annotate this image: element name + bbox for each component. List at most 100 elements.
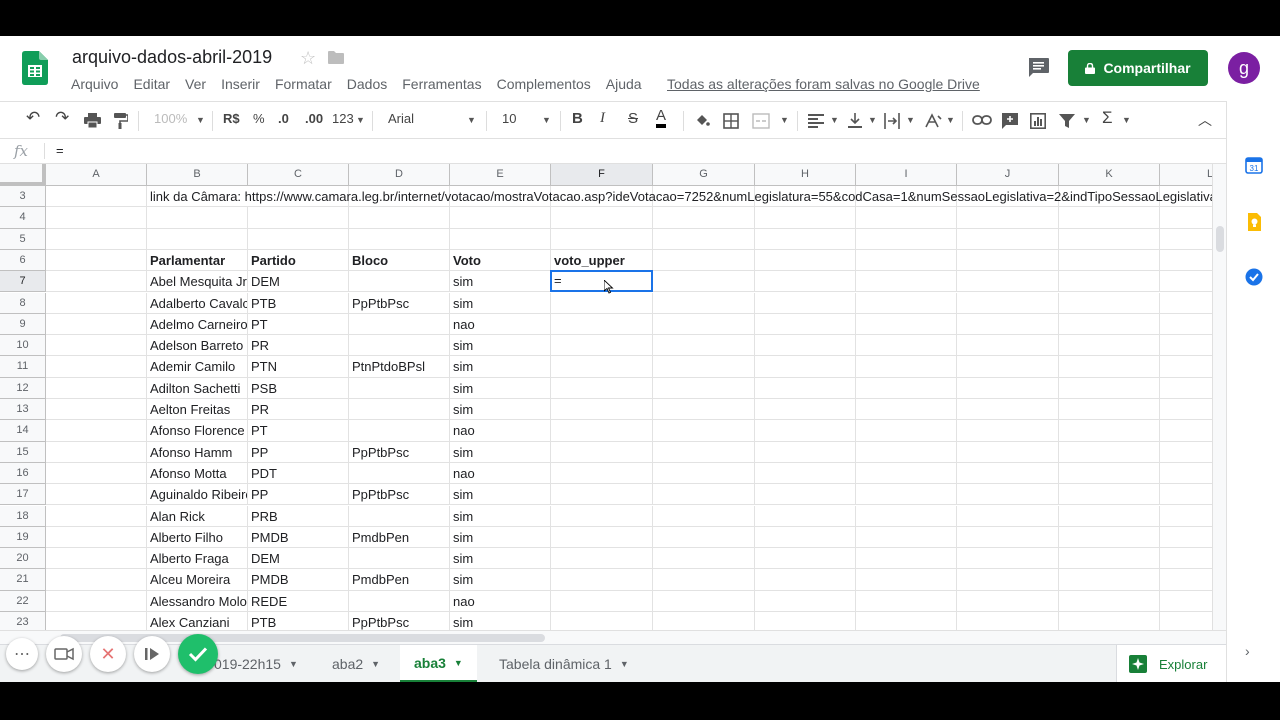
cell[interactable] — [755, 612, 856, 630]
cell[interactable] — [1059, 548, 1160, 570]
cell[interactable] — [46, 505, 147, 527]
cell[interactable]: PpPtbPsc — [349, 292, 450, 314]
cell[interactable] — [46, 186, 147, 208]
cell[interactable] — [653, 228, 755, 250]
row-header[interactable]: 16 — [0, 462, 46, 485]
cell[interactable] — [755, 462, 856, 485]
percent-format-button[interactable]: % — [253, 111, 265, 126]
cell[interactable]: Voto — [450, 249, 551, 272]
cell[interactable] — [957, 313, 1059, 336]
cell[interactable]: Aguinaldo Ribeiro — [147, 484, 248, 506]
cell[interactable]: Afonso Florence — [147, 420, 248, 442]
cell[interactable] — [653, 462, 755, 485]
row-header[interactable]: 10 — [0, 335, 46, 357]
cell[interactable] — [755, 569, 856, 591]
undo-icon[interactable]: ↶ — [26, 108, 40, 128]
cell[interactable] — [957, 249, 1059, 272]
row-header[interactable]: 5 — [0, 228, 46, 250]
cell[interactable] — [653, 526, 755, 549]
cell[interactable] — [46, 548, 147, 570]
cell[interactable] — [46, 441, 147, 463]
cell[interactable] — [551, 399, 653, 421]
cell[interactable] — [1059, 335, 1160, 357]
cell[interactable]: PTN — [248, 356, 349, 378]
cell[interactable]: sim — [450, 484, 551, 506]
collapse-toolbar-chevron-up-icon[interactable]: ︿ — [1198, 110, 1212, 130]
cell[interactable] — [1160, 463, 1212, 485]
cell[interactable] — [46, 377, 147, 399]
cell[interactable] — [551, 548, 653, 570]
sheet-tab-aba3[interactable]: aba3 ▼ — [400, 645, 477, 682]
cell[interactable] — [147, 207, 248, 229]
cell[interactable] — [755, 548, 856, 570]
valign-chevron-down-icon[interactable]: ▼ — [868, 115, 877, 125]
italic-button[interactable]: I — [600, 110, 605, 127]
menu-complementos[interactable]: Complementos — [497, 76, 591, 92]
cell[interactable] — [653, 441, 755, 463]
cell[interactable] — [1160, 250, 1212, 272]
row-header[interactable]: 17 — [0, 484, 46, 506]
text-rotation-icon[interactable] — [924, 113, 942, 129]
cell[interactable] — [856, 399, 957, 421]
cell[interactable]: voto_upper — [551, 249, 653, 272]
cell[interactable] — [856, 207, 957, 229]
menu-ver[interactable]: Ver — [185, 76, 206, 92]
cell[interactable] — [653, 569, 755, 591]
cell[interactable] — [551, 377, 653, 399]
cell[interactable] — [147, 228, 248, 250]
cell[interactable] — [248, 228, 349, 250]
cell[interactable]: DEM — [248, 271, 349, 293]
cell[interactable] — [1160, 356, 1212, 378]
cell[interactable] — [349, 548, 450, 570]
cell[interactable] — [856, 313, 957, 336]
cell[interactable] — [551, 484, 653, 506]
cell[interactable] — [653, 420, 755, 442]
cell[interactable] — [450, 228, 551, 250]
column-header-f[interactable]: F — [551, 164, 653, 186]
increase-decimals-button[interactable]: .00 — [305, 111, 323, 126]
cell[interactable] — [551, 420, 653, 442]
row-header[interactable]: 7 — [0, 271, 46, 293]
cell[interactable] — [551, 335, 653, 357]
cell[interactable] — [653, 249, 755, 272]
cell[interactable] — [755, 207, 856, 229]
cell[interactable] — [755, 228, 856, 250]
cell[interactable]: sim — [450, 526, 551, 549]
row-header[interactable]: 13 — [0, 399, 46, 421]
cell[interactable]: nao — [450, 420, 551, 442]
insert-comment-icon[interactable] — [1002, 113, 1018, 129]
row-header[interactable]: 9 — [0, 313, 46, 336]
cell[interactable] — [1160, 420, 1212, 442]
menu-dados[interactable]: Dados — [347, 76, 387, 92]
cell[interactable] — [856, 441, 957, 463]
cell[interactable] — [1059, 441, 1160, 463]
sheet-tab-tabela-dinamica[interactable]: Tabela dinâmica 1 ▼ — [485, 645, 643, 682]
cell[interactable] — [551, 526, 653, 549]
cell[interactable]: PMDB — [248, 526, 349, 549]
cell[interactable] — [1160, 399, 1212, 421]
zoom-select[interactable]: 100% — [154, 111, 187, 126]
cell[interactable] — [46, 526, 147, 549]
filter-chevron-down-icon[interactable]: ▼ — [1082, 115, 1091, 125]
more-formats-button[interactable]: 123 — [332, 111, 354, 126]
cell[interactable] — [755, 356, 856, 378]
cell[interactable] — [349, 399, 450, 421]
cell[interactable]: REDE — [248, 590, 349, 612]
folder-icon[interactable] — [328, 51, 344, 64]
cancel-recording-icon[interactable]: ✕ — [90, 636, 126, 672]
cell[interactable] — [1059, 590, 1160, 612]
cell[interactable] — [349, 228, 450, 250]
cell[interactable] — [957, 569, 1059, 591]
cell[interactable] — [755, 313, 856, 336]
cell[interactable] — [1160, 314, 1212, 336]
cell[interactable] — [957, 612, 1059, 630]
strikethrough-button[interactable]: S — [628, 110, 638, 127]
cell[interactable]: PP — [248, 441, 349, 463]
cell[interactable] — [551, 313, 653, 336]
share-button[interactable]: Compartilhar — [1068, 50, 1208, 86]
row-header[interactable]: 19 — [0, 526, 46, 549]
cell[interactable] — [551, 462, 653, 485]
cell[interactable] — [1059, 569, 1160, 591]
cell[interactable]: Afonso Motta — [147, 462, 248, 485]
cell[interactable] — [653, 377, 755, 399]
